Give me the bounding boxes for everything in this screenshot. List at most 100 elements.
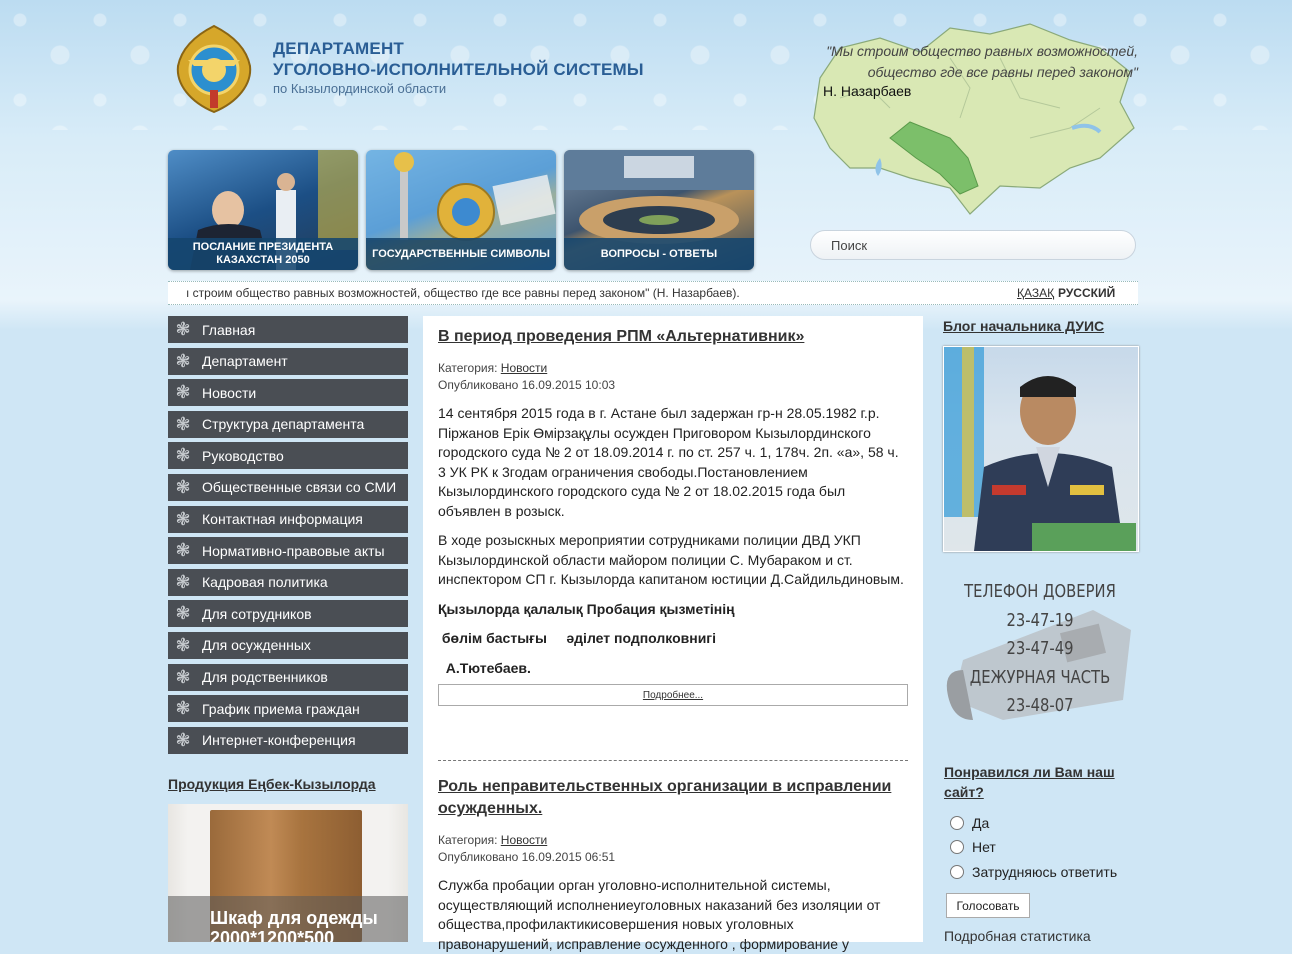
language-russian-link[interactable]: РУССКИЙ	[1058, 286, 1115, 300]
menu-item-department[interactable]: ❃ Департамент	[168, 347, 408, 375]
ornament-icon: ❃	[175, 319, 191, 339]
category-label: Категория:	[438, 361, 498, 375]
poll-option-unsure[interactable]: Затрудняюсь ответить	[950, 864, 1117, 880]
ornament-icon: ❃	[175, 413, 191, 434]
menu-item-news[interactable]: ❃ Новости	[168, 379, 408, 407]
blog-title[interactable]: Блог начальника ДУИС	[943, 318, 1104, 334]
radio-button[interactable]	[950, 816, 964, 830]
search-input[interactable]	[810, 230, 1136, 260]
read-more-button[interactable]: Подробнее...	[438, 684, 908, 706]
menu-item-structure[interactable]: ❃ Структура департамента	[168, 410, 408, 438]
category-label: Категория:	[438, 833, 498, 847]
title-line-2: УГОЛОВНО-ИСПОЛНИТЕЛЬНОЙ СИСТЕМЫ	[273, 60, 644, 79]
poll-option-label: Да	[972, 815, 990, 831]
department-title: ДЕПАРТАМЕНТ УГОЛОВНО-ИСПОЛНИТЕЛЬНОЙ СИСТ…	[273, 38, 644, 80]
quote-ticker-bar: ı строим общество равных возможностей, о…	[168, 281, 1138, 305]
article-category: Категория: Новости	[438, 832, 908, 849]
article-published: Опубликовано 16.09.2015 10:03	[438, 378, 616, 392]
category-link[interactable]: Новости	[501, 361, 547, 375]
menu-item-label: Интернет-конференция	[202, 732, 356, 749]
banner-caption: ГОСУДАРСТВЕННЫЕ СИМВОЛЫ	[366, 238, 556, 270]
poll-option-no[interactable]: Нет	[950, 839, 996, 855]
menu-item-legal-acts[interactable]: ❃ Нормативно-правовые акты	[168, 537, 408, 565]
menu-item-label: Контактная информация	[202, 511, 363, 528]
president-quote: "Мы строим общество равных возможностей,…	[812, 41, 1138, 83]
trust-phone-number: 23-47-49	[1006, 638, 1074, 659]
ornament-icon: ❃	[175, 698, 191, 719]
menu-item-label: Для осужденных	[202, 637, 311, 654]
ornament-icon: ❃	[175, 666, 191, 687]
menu-item-for-employees[interactable]: ❃ Для сотрудников	[168, 600, 408, 628]
ornament-icon: ❃	[175, 350, 191, 371]
menu-item-label: Департамент	[202, 353, 288, 370]
article-title[interactable]: В период проведения РПМ «Альтернативник»	[438, 326, 908, 348]
banner-questions-answers[interactable]: ВОПРОСЫ - ОТВЕТЫ	[564, 150, 754, 270]
product-showcase[interactable]: Шкаф для одежды 2000*1200*500	[168, 804, 408, 942]
chief-photo[interactable]	[943, 346, 1139, 552]
trust-phone-heading: ТЕЛЕФОН ДОВЕРИЯ	[964, 581, 1116, 602]
menu-item-label: Новости	[202, 384, 257, 401]
menu-item-internet-conference[interactable]: ❃ Интернет-конференция	[168, 726, 408, 754]
ticker-text: ı строим общество равных возможностей, о…	[186, 286, 740, 300]
emblem-logo[interactable]	[168, 20, 260, 116]
menu-item-label: Структура департамента	[202, 416, 365, 433]
menu-item-label: Общественные связи со СМИ	[202, 479, 397, 496]
main-menu: ❃ Главная ❃ Департамент ❃ Новости ❃ Структур…	[168, 316, 408, 758]
quote-line-1: "Мы строим общество равных возможностей,	[826, 43, 1138, 59]
menu-item-media-relations[interactable]: ❃ Общественные связи со СМИ	[168, 473, 408, 501]
menu-item-hr-policy[interactable]: ❃ Кадровая политика	[168, 568, 408, 596]
menu-item-home[interactable]: ❃ Главная	[168, 316, 408, 343]
ornament-icon: ❃	[175, 634, 191, 655]
article-published: Опубликовано 16.09.2015 06:51	[438, 850, 616, 864]
article-signature-line: А.Тютебаев.	[438, 659, 531, 676]
quote-author: Н. Назарбаев	[823, 83, 912, 99]
products-section-title[interactable]: Продукция Еңбек-Кызылорда	[168, 776, 376, 792]
ornament-icon: ❃	[175, 476, 191, 497]
language-kazakh-link[interactable]: ҚАЗАҚ	[1017, 286, 1054, 300]
ornament-icon: ❃	[175, 445, 191, 466]
article-signature-line: Қызылорда қалалық Пробация қызметінің	[438, 600, 735, 617]
poll-question[interactable]: Понравился ли Вам наш сайт?	[944, 762, 1124, 802]
radio-button[interactable]	[950, 840, 964, 854]
article-paragraph: Служба пробации орган уголовно-исполните…	[438, 877, 881, 952]
radio-button[interactable]	[950, 865, 964, 879]
category-link[interactable]: Новости	[501, 833, 547, 847]
poll-option-label: Нет	[972, 839, 996, 855]
trust-phone-text: ТЕЛЕФОН ДОВЕРИЯ 23-47-19 23-47-49 ДЕЖУРН…	[960, 578, 1119, 721]
article-paragraph: В ходе розыскных мероприятии сотрудникам…	[438, 532, 904, 587]
trust-phone-number: 23-47-19	[1006, 609, 1074, 631]
product-name: Шкаф для одежды 2000*1200*500	[210, 908, 378, 942]
duty-unit-heading: ДЕЖУРНАЯ ЧАСТЬ	[969, 666, 1111, 688]
article: В период проведения РПМ «Альтернативник»…	[438, 326, 908, 706]
vote-button[interactable]: Голосовать	[946, 893, 1030, 918]
article-signature-line: бөлім бастығы әділет подполковнигі	[438, 630, 717, 646]
article-title[interactable]: Роль неправительственных организации в и…	[438, 776, 908, 820]
banner-caption: ВОПРОСЫ - ОТВЕТЫ	[564, 238, 754, 270]
menu-item-label: Для сотрудников	[202, 605, 312, 622]
duty-unit-number: 23-48-07	[1006, 695, 1074, 716]
menu-item-label: Главная	[202, 321, 256, 338]
menu-item-contacts[interactable]: ❃ Контактная информация	[168, 505, 408, 533]
banner-state-symbols[interactable]: ГОСУДАРСТВЕННЫЕ СИМВОЛЫ	[366, 150, 556, 270]
ornament-icon: ❃	[175, 508, 191, 529]
ornament-icon: ❃	[175, 571, 191, 592]
main-content: В период проведения РПМ «Альтернативник»…	[423, 316, 923, 952]
article-paragraph: 14 сентября 2015 года в г. Астане был за…	[438, 405, 899, 519]
product-name-line-1: Шкаф для одежды	[210, 908, 378, 928]
quote-line-2: общество где все равны перед законом"	[867, 64, 1138, 80]
banner-president-message[interactable]: ПОСЛАНИЕ ПРЕЗИДЕНТА КАЗАХСТАН 2050	[168, 150, 358, 270]
banner-caption: ПОСЛАНИЕ ПРЕЗИДЕНТА КАЗАХСТАН 2050	[168, 238, 358, 270]
ornament-icon: ❃	[175, 729, 191, 750]
menu-item-label: Нормативно-правовые акты	[202, 542, 385, 559]
ornament-icon: ❃	[175, 603, 191, 624]
menu-item-for-relatives[interactable]: ❃ Для родственников	[168, 663, 408, 691]
menu-item-label: Кадровая политика	[202, 574, 328, 591]
menu-item-reception-schedule[interactable]: ❃ График приема граждан	[168, 695, 408, 723]
article: Роль неправительственных организации в и…	[438, 776, 908, 954]
poll-option-label: Затрудняюсь ответить	[972, 864, 1118, 880]
menu-item-for-convicts[interactable]: ❃ Для осужденных	[168, 631, 408, 659]
menu-item-leadership[interactable]: ❃ Руководство	[168, 442, 408, 470]
menu-item-label: Для родственников	[202, 669, 328, 686]
product-name-line-2: 2000*1200*500	[210, 928, 335, 942]
poll-option-yes[interactable]: Да	[950, 815, 989, 831]
